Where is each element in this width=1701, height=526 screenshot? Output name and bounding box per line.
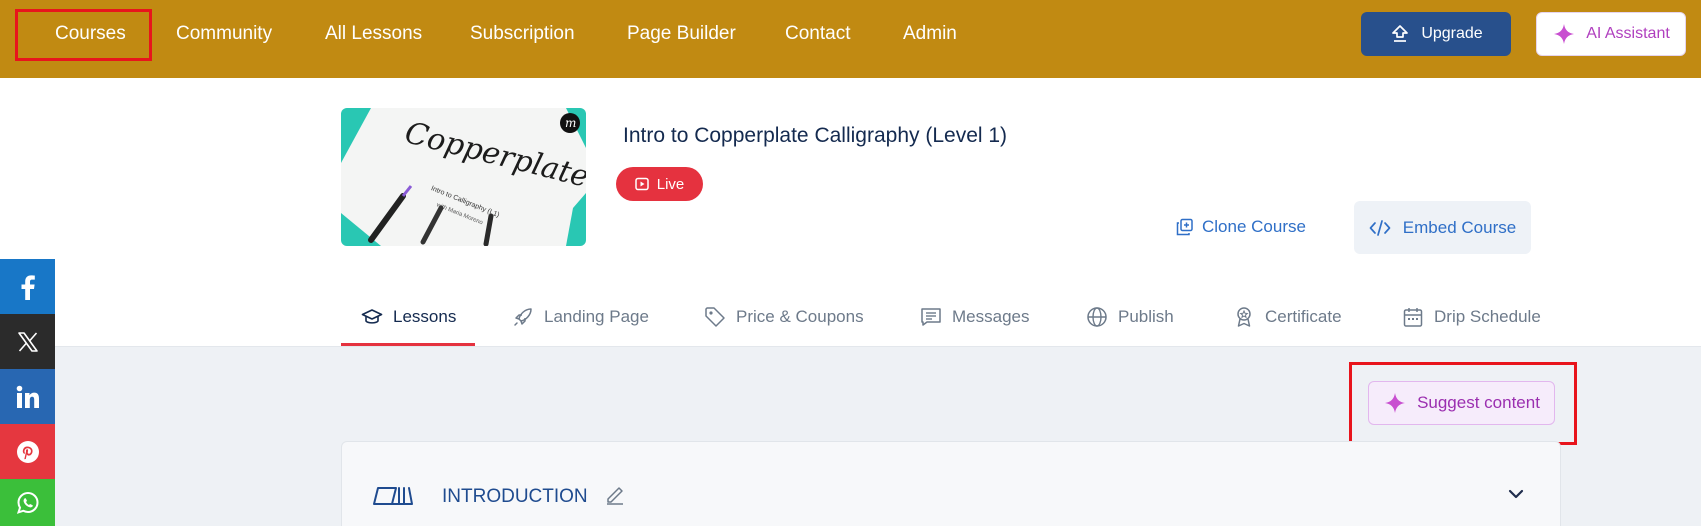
- sparkle-icon: [1552, 22, 1576, 46]
- tab-landing-page[interactable]: Landing Page: [512, 302, 649, 332]
- ai-assistant-label: AI Assistant: [1586, 25, 1670, 42]
- share-facebook-button[interactable]: [0, 259, 55, 314]
- embed-course-label: Embed Course: [1402, 217, 1517, 237]
- message-list-icon: [920, 306, 942, 328]
- embed-course-button[interactable]: Embed Course: [1354, 201, 1531, 254]
- upgrade-icon: [1389, 23, 1411, 45]
- tab-drip-schedule[interactable]: Drip Schedule: [1402, 302, 1541, 332]
- tab-lessons[interactable]: Lessons: [361, 302, 456, 332]
- play-square-icon: [634, 177, 649, 191]
- tab-label: Lessons: [393, 307, 457, 326]
- clone-course-button[interactable]: Clone Course: [1176, 214, 1306, 240]
- award-icon: [1233, 306, 1255, 328]
- status-label: Live: [656, 175, 685, 193]
- edit-pencil-icon[interactable]: [604, 483, 626, 505]
- status-badge-live[interactable]: Live: [616, 167, 703, 201]
- top-navbar: Courses Community All Lessons Subscripti…: [0, 0, 1701, 78]
- whatsapp-icon: [15, 490, 41, 516]
- tag-icon: [704, 306, 726, 328]
- tab-label: Messages: [952, 307, 1030, 326]
- tab-publish[interactable]: Publish: [1086, 302, 1174, 332]
- tab-messages[interactable]: Messages: [920, 302, 1029, 332]
- rocket-icon: [512, 306, 534, 328]
- nav-item-contact[interactable]: Contact: [785, 20, 850, 48]
- graduation-cap-icon: [361, 307, 383, 327]
- globe-icon: [1086, 306, 1108, 328]
- suggest-content-label: Suggest content: [1417, 393, 1540, 412]
- course-title: Intro to Copperplate Calligraphy (Level …: [623, 124, 1008, 147]
- nav-item-community[interactable]: Community: [176, 20, 272, 48]
- facebook-icon: [17, 274, 39, 300]
- upgrade-button[interactable]: Upgrade: [1361, 12, 1511, 56]
- pinterest-icon: [15, 439, 41, 465]
- course-thumbnail[interactable]: Copperplate Intro to Calligraphy (L1) wi…: [341, 108, 586, 246]
- section-book-icon: [371, 482, 415, 508]
- clone-icon: [1176, 218, 1194, 236]
- x-icon: [16, 330, 40, 354]
- nav-item-admin[interactable]: Admin: [903, 20, 957, 48]
- suggest-content-button[interactable]: Suggest content: [1368, 381, 1555, 425]
- code-icon: [1369, 219, 1391, 237]
- section-title: INTRODUCTION: [442, 486, 588, 507]
- tab-label: Drip Schedule: [1434, 307, 1541, 326]
- linkedin-icon: [15, 384, 41, 410]
- tab-label: Price & Coupons: [736, 307, 864, 326]
- nav-item-courses[interactable]: Courses: [55, 20, 126, 48]
- tab-label: Landing Page: [544, 307, 649, 326]
- share-x-button[interactable]: [0, 314, 55, 369]
- section-card-introduction[interactable]: [341, 441, 1561, 526]
- svg-text:m: m: [565, 116, 576, 130]
- tab-price-coupons[interactable]: Price & Coupons: [704, 302, 864, 332]
- upgrade-label: Upgrade: [1421, 25, 1483, 42]
- share-pinterest-button[interactable]: [0, 424, 55, 479]
- tab-label: Publish: [1118, 307, 1174, 326]
- ai-assistant-button[interactable]: AI Assistant: [1536, 12, 1686, 56]
- tab-label: Certificate: [1265, 307, 1342, 326]
- nav-item-page-builder[interactable]: Page Builder: [627, 20, 736, 48]
- tab-certificate[interactable]: Certificate: [1233, 302, 1342, 332]
- sparkle-icon: [1383, 391, 1407, 415]
- share-whatsapp-button[interactable]: [0, 479, 55, 526]
- nav-item-all-lessons[interactable]: All Lessons: [325, 20, 422, 48]
- nav-item-subscription[interactable]: Subscription: [470, 20, 575, 48]
- share-linkedin-button[interactable]: [0, 369, 55, 424]
- chevron-down-icon[interactable]: [1507, 488, 1525, 500]
- calendar-icon: [1402, 306, 1424, 328]
- clone-course-label: Clone Course: [1202, 217, 1306, 236]
